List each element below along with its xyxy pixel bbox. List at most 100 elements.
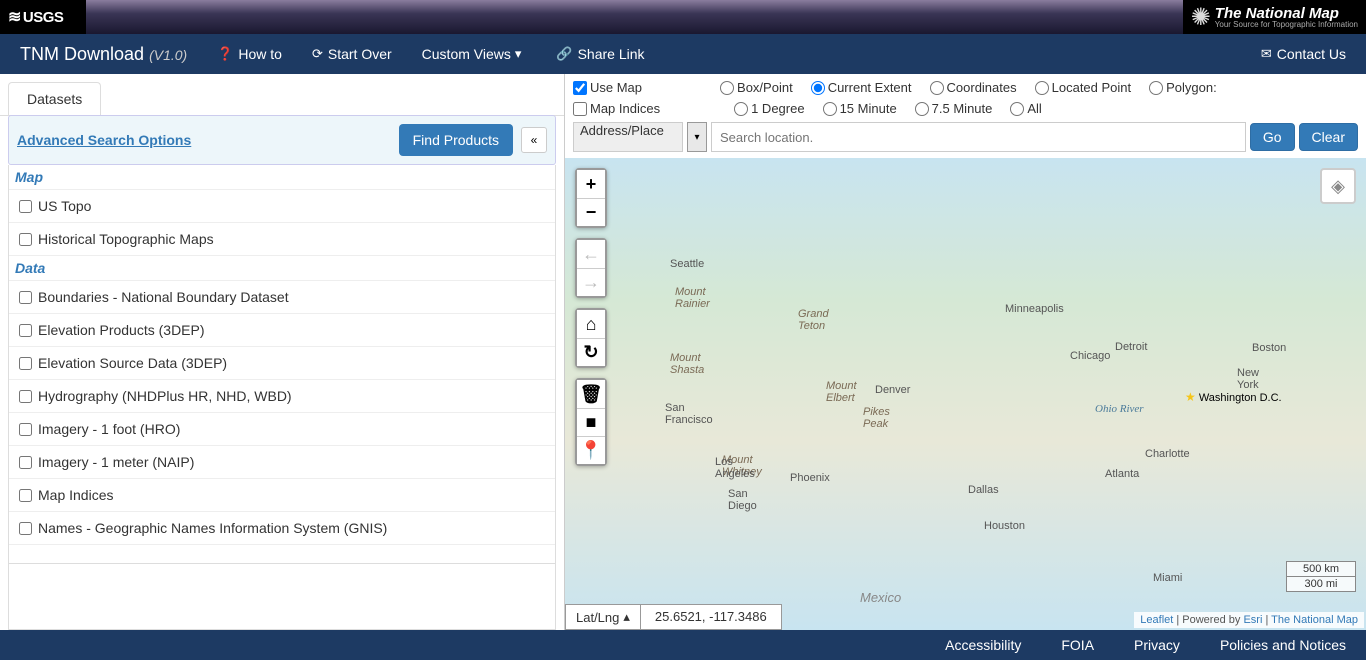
star-icon: ★ (1185, 390, 1196, 404)
label-shasta: Mount Shasta (670, 352, 704, 376)
checkbox-histtopo[interactable] (19, 233, 32, 246)
ds-img1ft[interactable]: Imagery - 1 foot (HRO) (9, 413, 555, 446)
map-aoi-controls: Use Map Box/Point Current Extent Coordin… (565, 74, 1366, 158)
history-forward-button: → (577, 268, 605, 296)
scale-bar: 500 km 300 mi (1286, 561, 1356, 592)
search-type-dropdown-button[interactable]: ▾ (687, 122, 707, 152)
footer-policies[interactable]: Policies and Notices (1220, 637, 1346, 653)
ds-mapidx[interactable]: Map Indices (9, 479, 555, 512)
checkbox-ustopo[interactable] (19, 200, 32, 213)
label-dallas: Dallas (968, 484, 999, 496)
ds-boundaries[interactable]: Boundaries - National Boundary Dataset (9, 281, 555, 314)
checkbox-boundaries[interactable] (19, 291, 32, 304)
label-sf: San Francisco (665, 402, 713, 426)
label-phoenix: Phoenix (790, 472, 830, 484)
scale-mi: 300 mi (1287, 576, 1355, 591)
tab-datasets[interactable]: Datasets (8, 82, 101, 115)
usgs-text: USGS (23, 9, 64, 26)
label-mexico: Mexico (860, 590, 901, 605)
top-banner: ≋ USGS ✺ The National Map Your Source fo… (0, 0, 1366, 34)
tnm-subtitle: Your Source for Topographic Information (1215, 20, 1358, 29)
dataset-list[interactable]: Map US Topo Historical Topographic Maps … (8, 165, 556, 564)
label-charlotte: Charlotte (1145, 448, 1190, 460)
layers-button[interactable]: ◈ (1320, 168, 1356, 204)
nav-contact[interactable]: ✉Contact Us (1261, 46, 1346, 62)
go-button[interactable]: Go (1250, 123, 1295, 151)
search-header: Advanced Search Options Find Products « (8, 115, 556, 165)
label-chicago: Chicago (1070, 350, 1110, 362)
tnm-logo[interactable]: ✺ The National Map Your Source for Topog… (1183, 0, 1366, 34)
ds-histtopo[interactable]: Historical Topographic Maps (9, 223, 555, 256)
draw-group: 🗑 ■ 📍 (575, 378, 607, 466)
nav-sharelink[interactable]: 🔗Share Link (556, 46, 644, 62)
find-products-button[interactable]: Find Products (399, 124, 513, 156)
checkbox-img1m[interactable] (19, 456, 32, 469)
refresh-icon: ⟳ (312, 46, 323, 62)
radio-coordinates[interactable] (930, 81, 944, 95)
zoom-out-button[interactable]: − (577, 198, 605, 226)
ds-elev3dep[interactable]: Elevation Products (3DEP) (9, 314, 555, 347)
ds-img1m[interactable]: Imagery - 1 meter (NAIP) (9, 446, 555, 479)
radio-currentextent[interactable] (811, 81, 825, 95)
latlng-toggle[interactable]: Lat/Lng ▴ (565, 604, 641, 630)
history-back-button: ← (577, 240, 605, 268)
label-miami: Miami (1153, 572, 1182, 584)
radio-1degree[interactable] (734, 102, 748, 116)
radio-75min[interactable] (915, 102, 929, 116)
footer-privacy[interactable]: Privacy (1134, 637, 1180, 653)
checkbox-elevsrc[interactable] (19, 357, 32, 370)
radio-boxpoint[interactable] (720, 81, 734, 95)
question-icon: ❓ (217, 46, 233, 62)
navbar: TNM Download (V1.0) ❓How to ⟳Start Over … (0, 34, 1366, 74)
collapse-panel-button[interactable]: « (521, 127, 547, 153)
tab-row: Datasets (0, 82, 564, 116)
checkbox-hydro[interactable] (19, 390, 32, 403)
footer-foia[interactable]: FOIA (1061, 637, 1094, 653)
home-button[interactable]: ⌂ (577, 310, 605, 338)
marker-button[interactable]: 📍 (577, 436, 605, 464)
ds-elevsrc[interactable]: Elevation Source Data (3DEP) (9, 347, 555, 380)
advanced-search-link[interactable]: Advanced Search Options (17, 132, 191, 148)
ds-hydro[interactable]: Hydrography (NHDPlus HR, NHD, WBD) (9, 380, 555, 413)
footer-accessibility[interactable]: Accessibility (945, 637, 1021, 653)
zoom-in-button[interactable]: + (577, 170, 605, 198)
ds-ustopo[interactable]: US Topo (9, 190, 555, 223)
nav-customviews[interactable]: Custom Views▾ (422, 46, 527, 62)
rectangle-button[interactable]: ■ (577, 408, 605, 436)
checkbox-gnis[interactable] (19, 522, 32, 535)
link-leaflet[interactable]: Leaflet (1140, 614, 1173, 626)
label-dc: ★ Washington D.C. (1185, 390, 1282, 404)
link-tnm[interactable]: The National Map (1271, 614, 1358, 626)
compass-icon: ✺ (1191, 3, 1211, 32)
nav-startover[interactable]: ⟳Start Over (312, 46, 392, 62)
radio-15min[interactable] (823, 102, 837, 116)
usgs-logo[interactable]: ≋ USGS (0, 0, 86, 34)
label-sd: San Diego (728, 488, 757, 512)
label-rainier: Mount Rainier (675, 286, 710, 310)
share-icon: 🔗 (556, 46, 572, 62)
caret-down-icon: ▾ (515, 46, 522, 62)
chk-usemap[interactable] (573, 81, 587, 95)
label-seattle: Seattle (670, 258, 704, 270)
map[interactable]: + − ← → ⌂ ↻ 🗑 ■ 📍 ◈ (565, 158, 1366, 630)
right-panel: Use Map Box/Point Current Extent Coordin… (565, 74, 1366, 630)
nav-howto[interactable]: ❓How to (217, 46, 282, 62)
delete-button[interactable]: 🗑 (577, 380, 605, 408)
results-placeholder (8, 564, 556, 630)
refresh-map-button[interactable]: ↻ (577, 338, 605, 366)
chk-mapindices[interactable] (573, 102, 587, 116)
search-location-input[interactable] (711, 122, 1246, 152)
label-la2: Los Angeles (715, 456, 755, 480)
radio-locatedpoint[interactable] (1035, 81, 1049, 95)
radio-polygon[interactable] (1149, 81, 1163, 95)
checkbox-elev3dep[interactable] (19, 324, 32, 337)
link-esri[interactable]: Esri (1243, 614, 1262, 626)
checkbox-img1ft[interactable] (19, 423, 32, 436)
label-pikes: Pikes Peak (863, 406, 890, 430)
section-map: Map (9, 165, 555, 190)
radio-all[interactable] (1010, 102, 1024, 116)
checkbox-mapidx[interactable] (19, 489, 32, 502)
clear-button[interactable]: Clear (1299, 123, 1358, 151)
label-houston: Houston (984, 520, 1025, 532)
ds-gnis[interactable]: Names - Geographic Names Information Sys… (9, 512, 555, 545)
